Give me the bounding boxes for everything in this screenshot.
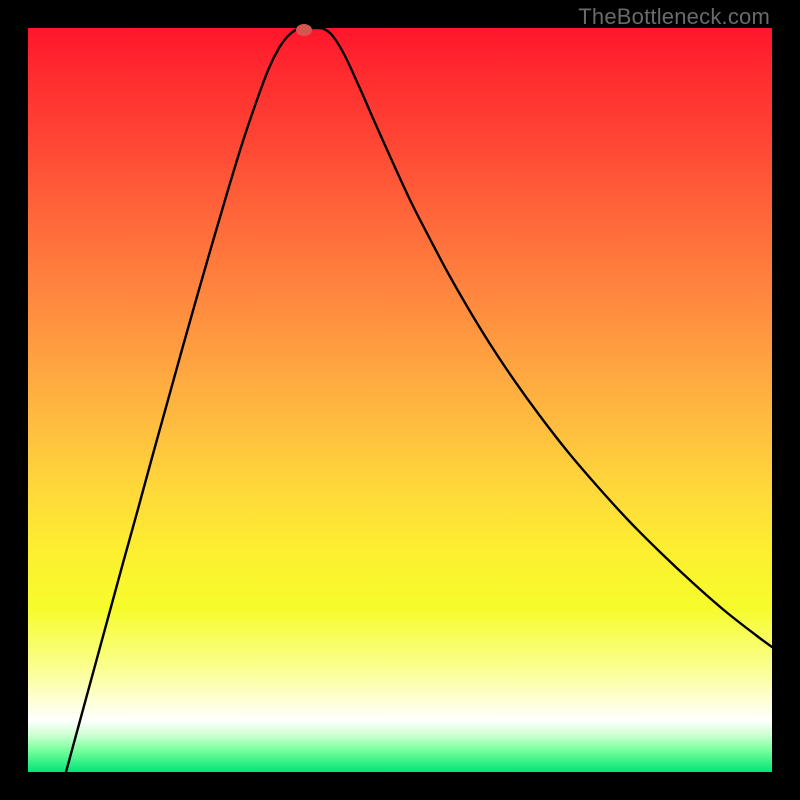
bottleneck-curve-path [66,28,772,772]
chart-frame [28,28,772,772]
watermark-text: TheBottleneck.com [578,4,770,30]
chart-svg [28,28,772,772]
min-marker [296,24,312,36]
